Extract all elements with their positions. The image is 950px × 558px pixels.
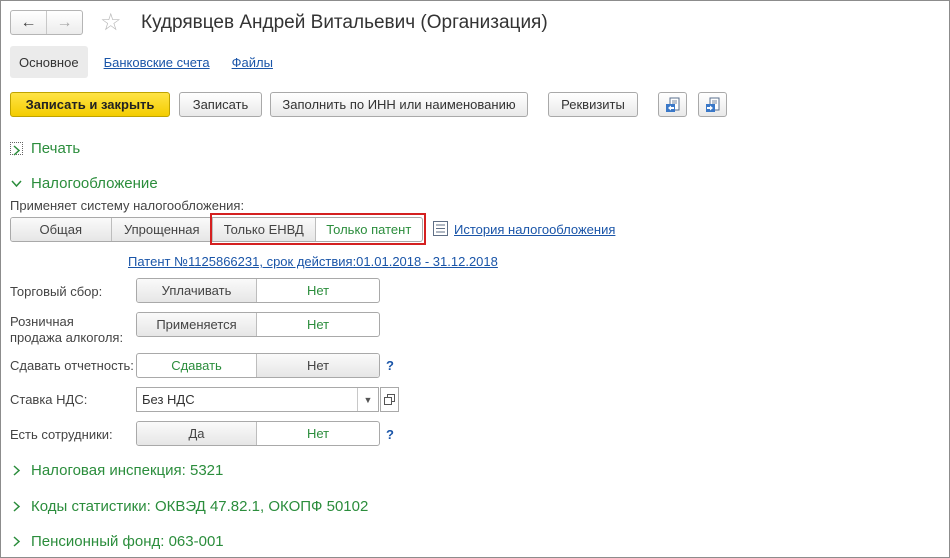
section-print-label: Печать	[31, 140, 81, 157]
section-stat-codes[interactable]: Коды статистики: ОКВЭД 47.82.1, ОКОПФ 50…	[10, 498, 368, 515]
tax-history-link[interactable]: История налогообложения	[454, 222, 615, 237]
fill-by-inn-button[interactable]: Заполнить по ИНН или наименованию	[270, 92, 528, 117]
alcohol-toggle: Применяется Нет	[136, 312, 380, 337]
trade-fee-toggle: Уплачивать Нет	[136, 278, 380, 303]
chevron-right-icon	[10, 535, 23, 548]
section-pension-fund[interactable]: Пенсионный фонд: 063-001	[10, 533, 224, 550]
reporting-help-icon[interactable]: ?	[386, 358, 394, 373]
highlight-box	[210, 213, 426, 245]
alcohol-label-line1: Розничная	[10, 314, 74, 329]
tax-system-label: Применяет систему налогообложения:	[10, 198, 245, 213]
star-icon[interactable]: ☆	[100, 9, 122, 37]
section-stat-codes-label: Коды статистики: ОКВЭД 47.82.1, ОКОПФ 50…	[31, 498, 369, 515]
back-button[interactable]: ←	[11, 11, 46, 34]
alcohol-option-applies[interactable]: Применяется	[137, 313, 258, 336]
employees-option-no[interactable]: Нет	[257, 422, 379, 445]
chevron-right-icon	[10, 142, 23, 156]
tab-files[interactable]: Файлы	[226, 55, 279, 70]
employees-toggle: Да Нет	[136, 421, 380, 446]
tab-main[interactable]: Основное	[10, 46, 88, 78]
chevron-right-icon	[10, 464, 23, 477]
forward-button[interactable]: →	[46, 11, 82, 34]
save-button[interactable]: Записать	[179, 92, 262, 117]
reporting-label: Сдавать отчетность:	[10, 358, 134, 373]
employees-label: Есть сотрудники:	[10, 427, 113, 442]
alcohol-option-no[interactable]: Нет	[257, 313, 379, 336]
section-tax-inspection[interactable]: Налоговая инспекция: 5321	[10, 462, 223, 479]
document-arrow-left-icon[interactable]	[658, 92, 687, 117]
page-title: Кудрявцев Андрей Витальевич (Организация…	[141, 12, 548, 33]
tabs-bar: Основное Банковские счета Файлы	[10, 46, 279, 78]
trade-fee-option-pay[interactable]: Уплачивать	[137, 279, 258, 302]
chevron-right-icon	[10, 500, 23, 513]
section-taxation[interactable]: Налогообложение	[10, 175, 158, 192]
trade-fee-label: Торговый сбор:	[10, 284, 103, 299]
reporting-option-submit[interactable]: Сдавать	[137, 354, 258, 377]
form-window: ← → ☆ Кудрявцев Андрей Витальевич (Орган…	[0, 0, 950, 558]
navigation-buttons: ← →	[10, 10, 83, 35]
open-icon[interactable]	[380, 387, 399, 412]
requisites-button[interactable]: Реквизиты	[548, 92, 638, 117]
patent-link[interactable]: Патент №1125866231, срок действия:01.01.…	[128, 254, 498, 269]
section-pension-fund-label: Пенсионный фонд: 063-001	[31, 533, 224, 550]
alcohol-label-line2: продажа алкоголя:	[10, 330, 124, 345]
employees-help-icon[interactable]: ?	[386, 427, 394, 442]
trade-fee-option-no[interactable]: Нет	[257, 279, 379, 302]
tab-bank-accounts[interactable]: Банковские счета	[98, 55, 216, 70]
vat-label: Ставка НДС:	[10, 392, 88, 407]
list-icon[interactable]	[433, 221, 448, 239]
chevron-down-icon	[10, 177, 23, 190]
employees-option-yes[interactable]: Да	[137, 422, 258, 445]
document-arrow-right-icon[interactable]	[698, 92, 727, 117]
dropdown-arrow-icon[interactable]: ▼	[357, 388, 378, 411]
vat-select-value: Без НДС	[142, 392, 195, 407]
reporting-option-no[interactable]: Нет	[257, 354, 379, 377]
section-print[interactable]: Печать	[10, 140, 80, 157]
section-taxation-label: Налогообложение	[31, 175, 158, 192]
reporting-toggle: Сдавать Нет	[136, 353, 380, 378]
vat-select[interactable]: Без НДС ▼	[136, 387, 379, 412]
tax-system-option[interactable]: Общая	[11, 218, 112, 241]
section-tax-inspection-label: Налоговая инспекция: 5321	[31, 462, 224, 479]
tax-system-option[interactable]: Упрощенная	[111, 218, 214, 241]
save-and-close-button[interactable]: Записать и закрыть	[10, 92, 170, 117]
